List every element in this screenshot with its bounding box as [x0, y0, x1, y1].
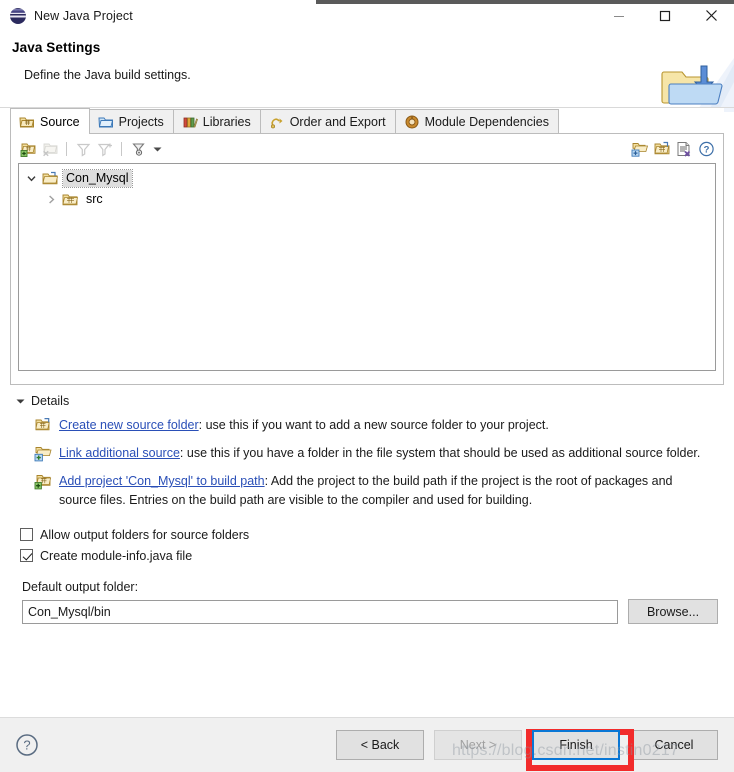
detail-text: Create new source folder: use this if yo… — [59, 416, 549, 435]
tab-order-and-export[interactable]: Order and Export — [259, 109, 396, 134]
tree-node-label[interactable]: src — [83, 191, 106, 208]
titlebar-top-strip — [316, 0, 734, 4]
details-section-header[interactable]: Details — [16, 394, 734, 408]
chevron-down-icon[interactable] — [25, 172, 38, 185]
detail-item-add-project-to-build-path: Add project 'Con_Mysql' to build path: A… — [34, 472, 712, 510]
page-subtitle: Define the Java build settings. — [24, 68, 191, 82]
toolbar-separator — [66, 142, 67, 156]
checkbox-label: Create module-info.java file — [40, 548, 193, 563]
create-new-source-folder-icon[interactable] — [630, 140, 650, 158]
default-output-folder-input[interactable]: Con_Mysql/bin — [22, 599, 618, 624]
source-folder-icon — [62, 192, 79, 207]
options-group: Allow output folders for source folders … — [20, 524, 734, 566]
project-folder-icon — [42, 171, 59, 186]
back-button[interactable]: < Back — [336, 730, 424, 760]
tree-row[interactable]: Con_Mysql — [19, 168, 715, 189]
detail-text: Link additional source: use this if you … — [59, 444, 700, 463]
tab-label: Projects — [118, 115, 164, 129]
finish-button[interactable]: Finish — [532, 730, 620, 760]
tab-label: Libraries — [202, 115, 251, 129]
module-dependencies-icon — [404, 115, 420, 129]
link-additional-source-link[interactable]: Link additional source — [59, 446, 180, 460]
help-circle-icon[interactable]: ? — [14, 732, 40, 758]
wizard-header: Java Settings Define the Java build sett… — [0, 32, 734, 112]
tree-row[interactable]: src — [19, 189, 715, 210]
chevron-down-icon[interactable] — [150, 140, 164, 158]
tree-toolbar: ? — [18, 138, 716, 160]
add-source-folder-icon[interactable] — [18, 140, 38, 158]
tab-label: Order and Export — [289, 115, 386, 129]
window-title: New Java Project — [34, 8, 133, 23]
default-output-folder-row: Con_Mysql/bin Browse... — [22, 599, 718, 624]
close-button[interactable] — [688, 0, 734, 31]
details-body: Create new source folder: use this if yo… — [0, 416, 734, 510]
source-tab-panel: ? Con_Mysql src — [10, 133, 724, 385]
detail-item-link-additional-source: Link additional source: use this if you … — [34, 444, 712, 463]
checkbox-box[interactable] — [20, 549, 33, 562]
toolbar-separator — [121, 142, 122, 156]
filter-icon — [73, 140, 93, 158]
wizard-footer: ? < Back Next > Finish Cancel — [0, 717, 734, 772]
add-project-to-build-path-icon — [34, 473, 52, 490]
browse-button[interactable]: Browse... — [628, 599, 718, 624]
add-project-to-build-path-link[interactable]: Add project 'Con_Mysql' to build path — [59, 474, 265, 488]
tab-label: Source — [40, 114, 80, 129]
detail-text: Add project 'Con_Mysql' to build path: A… — [59, 472, 712, 510]
title-bar: New Java Project — [0, 0, 734, 32]
remove-entry-icon[interactable] — [674, 140, 694, 158]
detail-item-create-new-source-folder: Create new source folder: use this if yo… — [34, 416, 712, 435]
checkbox-allow-output-folders[interactable]: Allow output folders for source folders — [20, 524, 734, 545]
triangle-down-icon[interactable] — [16, 394, 25, 408]
add-filter-icon — [95, 140, 115, 158]
tab-source[interactable]: Source — [10, 108, 90, 134]
tab-libraries[interactable]: Libraries — [172, 109, 261, 134]
details-label: Details — [31, 394, 70, 408]
next-button: Next > — [434, 730, 522, 760]
tab-bar: Source Projects Libraries Order and Expo… — [10, 108, 724, 134]
detail-description: : use this if you want to add a new sour… — [198, 418, 549, 432]
libraries-books-icon — [182, 115, 198, 129]
detail-description: : use this if you have a folder in the f… — [179, 446, 701, 460]
checkbox-create-module-info[interactable]: Create module-info.java file — [20, 545, 734, 566]
wizard-buttons: < Back Next > Finish Cancel — [336, 730, 718, 760]
tab-label: Module Dependencies — [424, 115, 549, 129]
create-new-source-folder-link[interactable]: Create new source folder — [59, 418, 199, 432]
cancel-button[interactable]: Cancel — [630, 730, 718, 760]
svg-text:?: ? — [703, 145, 709, 156]
svg-text:?: ? — [23, 738, 30, 753]
eclipse-globe-icon — [10, 7, 26, 24]
order-export-icon — [269, 115, 285, 129]
link-additional-source-icon[interactable] — [652, 140, 672, 158]
tab-module-dependencies[interactable]: Module Dependencies — [394, 109, 559, 134]
default-output-folder-label: Default output folder: — [22, 580, 139, 594]
chevron-right-icon[interactable] — [45, 193, 58, 206]
projects-folder-icon — [98, 115, 114, 129]
minimize-button[interactable] — [596, 0, 642, 31]
java-folder-banner-icon — [656, 58, 734, 112]
checkbox-box[interactable] — [20, 528, 33, 541]
help-icon[interactable]: ? — [696, 140, 716, 158]
checkbox-label: Allow output folders for source folders — [40, 527, 250, 542]
source-folder-icon — [19, 115, 35, 129]
tab-projects[interactable]: Projects — [88, 109, 174, 134]
page-title: Java Settings — [12, 40, 101, 55]
remove-source-folder-icon — [40, 140, 60, 158]
configure-filters-icon[interactable] — [128, 140, 148, 158]
source-folder-tree[interactable]: Con_Mysql src — [18, 163, 716, 371]
tree-node-label[interactable]: Con_Mysql — [62, 169, 133, 188]
link-additional-source-icon — [34, 445, 52, 462]
maximize-button[interactable] — [642, 0, 688, 31]
window-controls — [596, 0, 734, 31]
create-new-source-folder-icon — [34, 417, 52, 434]
